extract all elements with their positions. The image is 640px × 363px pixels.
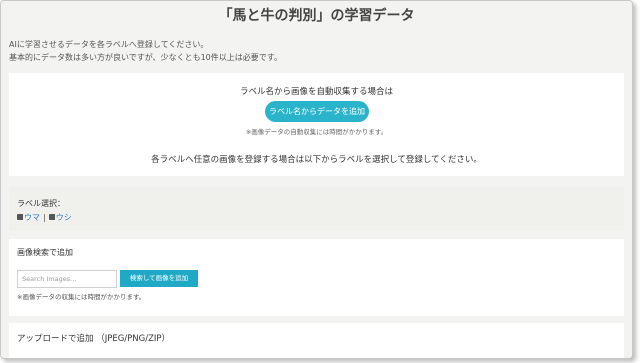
tag-icon <box>48 214 55 220</box>
intro-line-1: AIに学習させるデータを各ラベルへ登録してください。 <box>9 40 209 49</box>
search-and-add-images-button[interactable]: 検索して画像を追加 <box>120 270 198 287</box>
label-list: ウマ | ウシ <box>17 212 72 223</box>
page-title: 「馬と牛の判別」の学習データ <box>218 8 415 24</box>
auto-collect-heading: ラベル名から画像を自動収集する場合は <box>239 87 393 97</box>
label-link-ushi[interactable]: ウシ <box>48 213 72 222</box>
intro-text: AIに学習させるデータを各ラベルへ登録してください。 基本的にデータ数は多い方が… <box>9 38 282 64</box>
image-search-title: 画像検索で追加 <box>17 248 73 257</box>
label-select-panel: ラベル選択： ウマ | ウシ <box>9 187 624 231</box>
label-uma-text: ウマ <box>24 213 40 222</box>
label-select-title: ラベル選択： <box>17 199 65 208</box>
auto-collect-card: ラベル名から画像を自動収集する場合は ラベル名からデータを追加 ※画像データの自… <box>9 73 624 176</box>
tag-icon <box>17 214 23 220</box>
image-search-input[interactable] <box>17 270 117 288</box>
app-window: 「馬と牛の判別」の学習データ AIに学習させるデータを各ラベルへ登録してください… <box>0 0 633 359</box>
intro-line-2: 基本的にデータ数は多い方が良いですが、少なくとも10件以上は必要です。 <box>9 53 282 62</box>
label-separator: | <box>43 213 46 222</box>
upload-title: アップロードで追加 （JPEG/PNG/ZIP） <box>17 334 171 344</box>
manual-register-heading: 各ラベルへ任意の画像を登録する場合は以下からラベルを選択して登録してください。 <box>151 155 482 165</box>
auto-collect-note: ※画像データの自動収集には時間がかかります。 <box>245 128 388 136</box>
image-search-card: 画像検索で追加 検索して画像を追加 ※画像データの収集には時間がかかります。 <box>9 239 624 316</box>
upload-card: アップロードで追加 （JPEG/PNG/ZIP） <box>9 323 624 358</box>
label-link-uma[interactable]: ウマ <box>17 213 40 222</box>
label-ushi-text: ウシ <box>55 213 72 222</box>
image-search-note: ※画像データの収集には時間がかかります。 <box>17 293 146 301</box>
add-data-from-label-button[interactable]: ラベル名からデータを追加 <box>265 101 369 122</box>
